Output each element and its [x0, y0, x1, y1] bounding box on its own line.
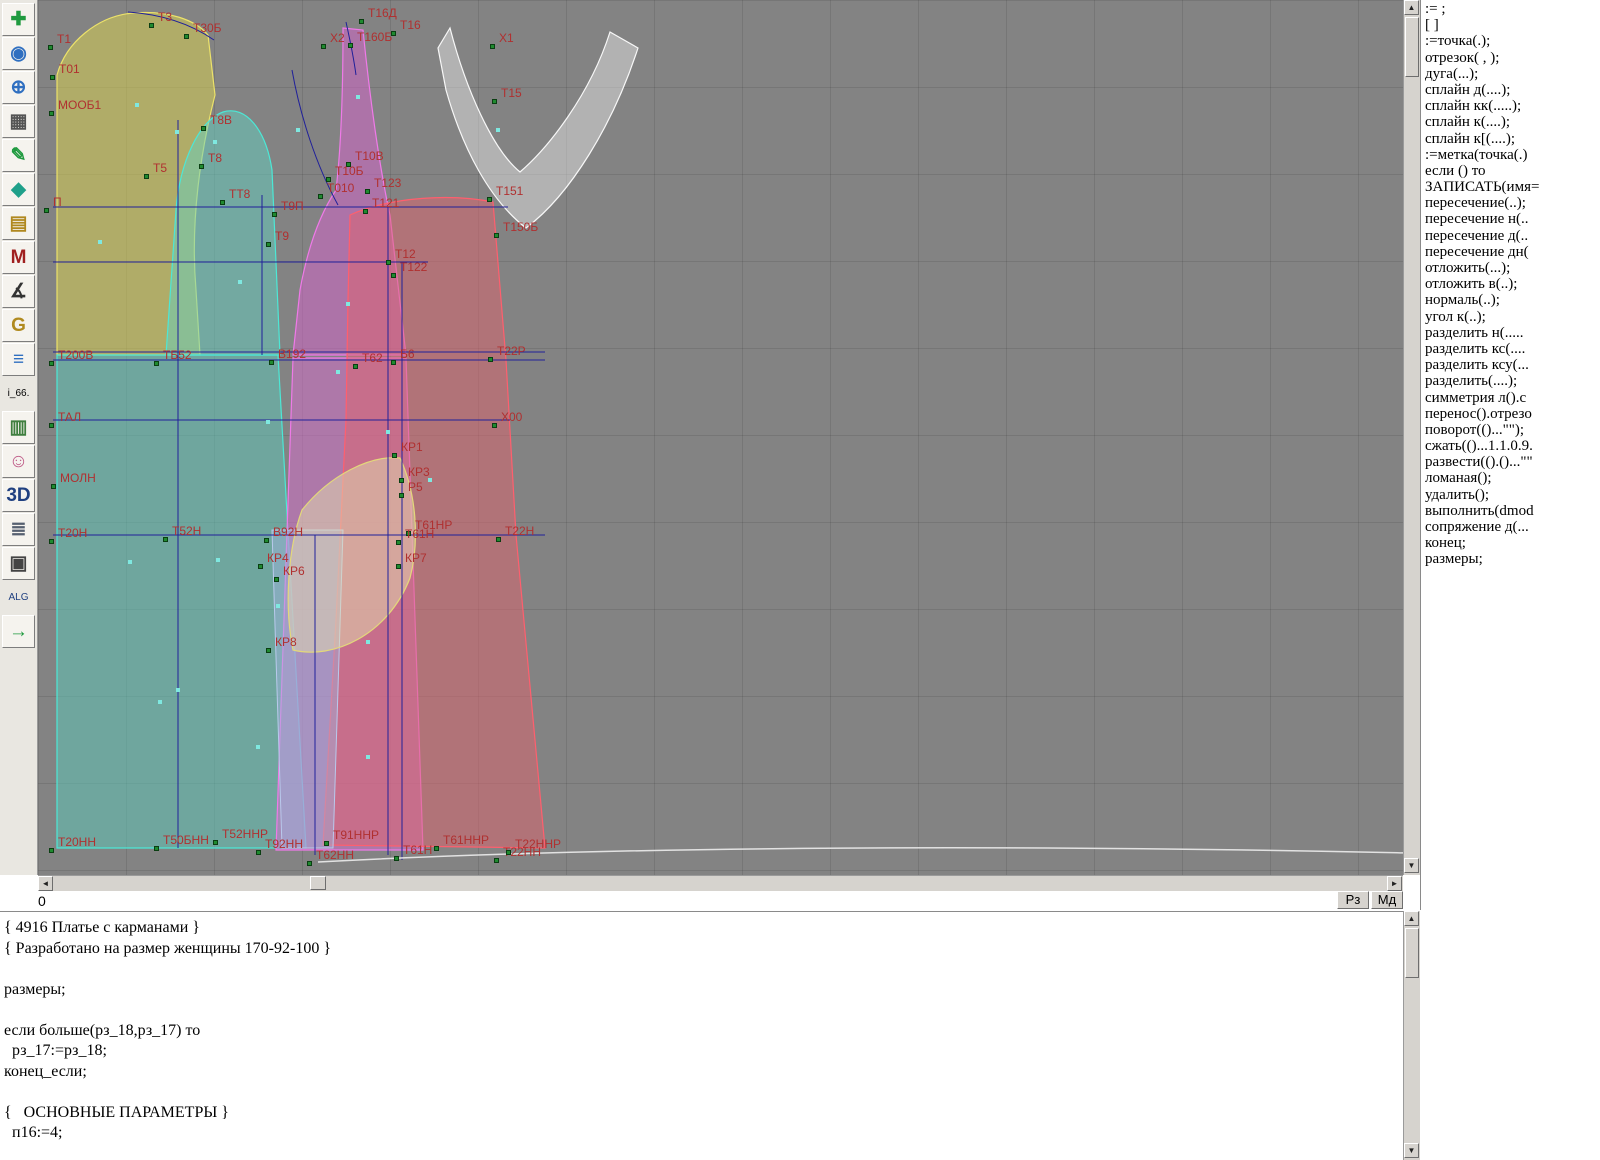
canvas-vscroll-thumb[interactable] — [1405, 17, 1419, 77]
function-item[interactable]: сопряжение д(... — [1425, 519, 1600, 535]
measure-m-icon[interactable]: M — [2, 241, 35, 274]
function-item[interactable]: :=точка(.); — [1425, 33, 1600, 49]
function-item[interactable]: если () то — [1425, 163, 1600, 179]
code-line[interactable]: если больше(рз_18,рз_17) то — [4, 1021, 1403, 1042]
code-line[interactable]: рз_17:=рз_18; — [4, 1041, 1403, 1062]
function-item[interactable]: отложить в(..); — [1425, 276, 1600, 292]
function-item[interactable]: разделить ксу(... — [1425, 357, 1600, 373]
function-item[interactable]: удалить(); — [1425, 487, 1600, 503]
function-item[interactable]: :=метка(точка(.) — [1425, 147, 1600, 163]
function-item[interactable]: сплайн к[(....); — [1425, 131, 1600, 147]
hem-curve — [318, 848, 1403, 862]
function-item[interactable]: сплайн д(....); — [1425, 82, 1600, 98]
code-line[interactable]: { Разработано на размер женщины 170-92-1… — [4, 939, 1403, 960]
code-line[interactable] — [4, 959, 1403, 980]
file-label[interactable]: i_66. — [2, 377, 35, 410]
function-item[interactable]: развести(().()..."" — [1425, 454, 1600, 470]
code-editor[interactable]: { 4916 Платье с карманами }{ Разработано… — [0, 911, 1403, 1160]
app-window: ✚◉⊕▦✎◆▤M∡G≡i_66.▥☺3D≣▣ALG→ — [0, 0, 1600, 1160]
function-item[interactable]: поворот(()...""); — [1425, 422, 1600, 438]
function-item[interactable]: разделить кс(.... — [1425, 341, 1600, 357]
function-item[interactable]: сплайн к(....); — [1425, 114, 1600, 130]
piece-back-skirt[interactable] — [57, 355, 306, 848]
editor-vscroll-thumb[interactable] — [1405, 928, 1419, 978]
function-item[interactable]: ЗАПИСАТЬ(имя= — [1425, 179, 1600, 195]
function-item[interactable]: отложить(...); — [1425, 260, 1600, 276]
angle-icon[interactable]: ∡ — [2, 275, 35, 308]
function-panel: := ;[ ]:=точка(.);отрезок( , );дуга(...)… — [1420, 0, 1600, 910]
function-item[interactable]: нормаль(..); — [1425, 292, 1600, 308]
function-item[interactable]: перенос().отрезо — [1425, 406, 1600, 422]
grading-g-icon[interactable]: G — [2, 309, 35, 342]
calculator-icon[interactable]: ≡ — [2, 343, 35, 376]
editor-scroll-up-icon[interactable]: ▲ — [1404, 911, 1419, 926]
function-item[interactable]: разделить(....); — [1425, 373, 1600, 389]
code-line[interactable]: { 4916 Платье с карманами } — [4, 918, 1403, 939]
gem-icon[interactable]: ◆ — [2, 173, 35, 206]
notes-icon[interactable]: ▤ — [2, 207, 35, 240]
pattern-drawing — [38, 0, 1403, 875]
new-file-icon[interactable]: ✚ — [2, 3, 35, 36]
status-value: 0 — [38, 893, 46, 909]
threed-icon[interactable]: 3D — [2, 479, 35, 512]
function-item[interactable]: симметрия л().с — [1425, 390, 1600, 406]
md-button[interactable]: Мд — [1371, 891, 1403, 909]
function-item[interactable]: дуга(...); — [1425, 66, 1600, 82]
scroll-right-icon[interactable]: ► — [1387, 876, 1402, 891]
code-line[interactable]: п16:=4; — [4, 1123, 1403, 1144]
function-item[interactable]: размеры; — [1425, 551, 1600, 567]
function-item[interactable]: пересечение д(.. — [1425, 228, 1600, 244]
code-line[interactable]: { ОСНОВНЫЕ ПАРАМЕТРЫ } — [4, 1103, 1403, 1124]
function-item[interactable]: [ ] — [1425, 17, 1600, 33]
canvas-hscroll-thumb[interactable] — [310, 876, 326, 890]
code-line[interactable] — [4, 1082, 1403, 1103]
function-item[interactable]: пересечение(..); — [1425, 195, 1600, 211]
canvas-vscrollbar[interactable]: ▲ ▼ — [1403, 0, 1420, 875]
scroll-left-icon[interactable]: ◄ — [38, 876, 53, 891]
function-item[interactable]: ломаная(); — [1425, 470, 1600, 486]
alg-icon[interactable]: ALG — [2, 581, 35, 614]
scroll-down-icon[interactable]: ▼ — [1404, 858, 1419, 873]
pencil-icon[interactable]: ✎ — [2, 139, 35, 172]
function-item[interactable]: разделить н(..... — [1425, 325, 1600, 341]
zoom-icon[interactable]: ⊕ — [2, 71, 35, 104]
code-line[interactable]: конец_если; — [4, 1062, 1403, 1083]
code-line[interactable]: размеры; — [4, 980, 1403, 1001]
editor-scroll-down-icon[interactable]: ▼ — [1404, 1143, 1419, 1158]
exit-icon[interactable]: → — [2, 615, 35, 648]
function-item[interactable]: := ; — [1425, 1, 1600, 17]
grid-icon[interactable]: ▦ — [2, 105, 35, 138]
code-line[interactable] — [4, 1000, 1403, 1021]
printer-icon[interactable]: ▣ — [2, 547, 35, 580]
rz-button[interactable]: Рз — [1337, 891, 1369, 909]
function-item[interactable]: пересечение дн( — [1425, 244, 1600, 260]
function-item[interactable]: сжать(()...1.1.0.9. — [1425, 438, 1600, 454]
view-globe-icon[interactable]: ◉ — [2, 37, 35, 70]
status-row: 0 Рз Мд — [0, 891, 1403, 911]
function-item[interactable]: отрезок( , ); — [1425, 50, 1600, 66]
layers-icon[interactable]: ≣ — [2, 513, 35, 546]
photo-icon[interactable]: ☺ — [2, 445, 35, 478]
function-item[interactable]: угол к(..); — [1425, 309, 1600, 325]
function-item[interactable]: сплайн кк(.....); — [1425, 98, 1600, 114]
toolbar: ✚◉⊕▦✎◆▤M∡G≡i_66.▥☺3D≣▣ALG→ — [0, 0, 38, 875]
function-list: := ;[ ]:=точка(.);отрезок( , );дуга(...)… — [1425, 1, 1600, 568]
function-item[interactable]: пересечение н(.. — [1425, 211, 1600, 227]
table-icon[interactable]: ▥ — [2, 411, 35, 444]
function-item[interactable]: выполнить(dmod — [1425, 503, 1600, 519]
canvas-hscrollbar[interactable]: ◄ ► — [38, 875, 1403, 891]
function-item[interactable]: конец; — [1425, 535, 1600, 551]
editor-vscrollbar[interactable]: ▲ ▼ — [1403, 911, 1420, 1160]
scroll-up-icon[interactable]: ▲ — [1404, 0, 1419, 15]
drawing-canvas[interactable]: Т1Т3Т30БТ16ДТ16Х2Т160БХ1Т01Т15МООБ1Т8ВТ8… — [38, 0, 1403, 875]
